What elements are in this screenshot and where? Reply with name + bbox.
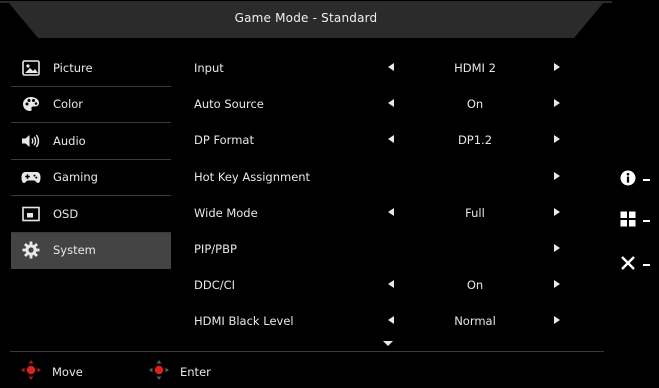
setting-row-hdmi-black-level[interactable]: HDMI Black Level Normal [182,303,602,339]
menu-hotkey[interactable] [620,209,659,233]
enter-dpad-icon [148,359,170,385]
enter-label: Enter [180,365,211,379]
setting-label: DP Format [194,133,254,148]
sidebar-item-gaming[interactable]: Gaming [11,160,171,196]
setting-label: PIP/PBP [194,241,237,256]
sidebar-item-picture[interactable]: Picture [11,50,171,87]
setting-value: HDMI 2 [454,61,496,75]
setting-value: On [466,278,484,293]
sidebar-item-label: Color [53,97,84,112]
hotkey-dash [643,220,650,222]
move-hint: Move [20,359,83,385]
setting-label: Hot Key Assignment [194,169,311,184]
setting-row-hot-key-assignment[interactable]: Hot Key Assignment [182,159,602,195]
right-arrow-icon[interactable] [554,207,560,216]
right-arrow-icon[interactable] [554,243,560,252]
setting-value: Normal [454,314,496,329]
sidebar-item-label: Audio [53,133,86,148]
sidebar-item-label: Gaming [53,170,98,185]
setting-row-input[interactable]: Input HDMI 2 [182,50,602,86]
hotkey-dash [643,179,650,181]
left-arrow-icon[interactable] [388,316,394,325]
scroll-down-icon[interactable] [383,341,393,346]
right-arrow-icon[interactable] [554,280,560,289]
sidebar-item-label: Picture [53,60,93,75]
setting-label: Auto Source [194,97,264,112]
setting-row-dp-format[interactable]: DP Format DP1.2 [182,122,602,158]
setting-row-ddc-ci[interactable]: DDC/CI On [182,267,602,303]
menu-title: Game Mode - Standard [234,11,378,25]
setting-label: HDMI Black Level [194,314,294,329]
right-arrow-icon[interactable] [554,63,560,71]
hotkey-dash [643,264,650,266]
right-arrow-icon[interactable] [554,171,560,180]
osd-menu: Game Mode - Standard Picture Color Audio… [0,0,612,388]
close-hotkey[interactable] [620,253,659,277]
setting-label: Input [194,61,224,75]
close-icon [620,255,636,275]
sidebar-item-osd[interactable]: OSD [11,196,171,233]
hotkey-panel [612,0,659,388]
setting-label: DDC/CI [194,278,236,293]
title-bar: Game Mode - Standard [0,0,612,40]
sidebar-item-label: System [53,243,96,258]
osd-icon [21,204,41,224]
footer: Move Enter [0,352,612,388]
menu-grid-icon [620,211,636,231]
info-hotkey[interactable] [620,168,659,192]
left-arrow-icon[interactable] [388,63,394,71]
setting-value: Full [465,205,485,220]
settings-list: Input HDMI 2 Auto Source On DP Format DP… [182,50,602,340]
navigation-dpad-icon [20,359,42,385]
setting-label: Wide Mode [194,205,258,220]
left-arrow-icon[interactable] [388,207,394,216]
palette-icon [21,94,41,114]
right-arrow-icon[interactable] [554,135,560,144]
gear-icon [21,240,41,260]
speaker-icon [21,131,41,151]
sidebar-item-label: OSD [53,206,79,221]
sidebar-item-system[interactable]: System [11,232,171,269]
setting-row-auto-source[interactable]: Auto Source On [182,86,602,122]
setting-row-pip-pbp[interactable]: PIP/PBP [182,231,602,267]
left-arrow-icon[interactable] [388,135,394,144]
right-arrow-icon[interactable] [554,316,560,325]
setting-value: DP1.2 [457,133,493,148]
sidebar-item-audio[interactable]: Audio [11,123,171,160]
setting-value: On [466,97,484,112]
sidebar: Picture Color Audio Gaming OSD System [11,50,171,269]
right-arrow-icon[interactable] [554,99,560,108]
left-arrow-icon[interactable] [388,280,394,289]
gamepad-icon [21,167,41,187]
picture-icon [21,58,41,78]
enter-hint: Enter [148,359,211,385]
info-icon [620,170,636,190]
setting-row-wide-mode[interactable]: Wide Mode Full [182,195,602,231]
sidebar-item-color[interactable]: Color [11,87,171,123]
left-arrow-icon[interactable] [388,99,394,108]
move-label: Move [52,365,83,379]
